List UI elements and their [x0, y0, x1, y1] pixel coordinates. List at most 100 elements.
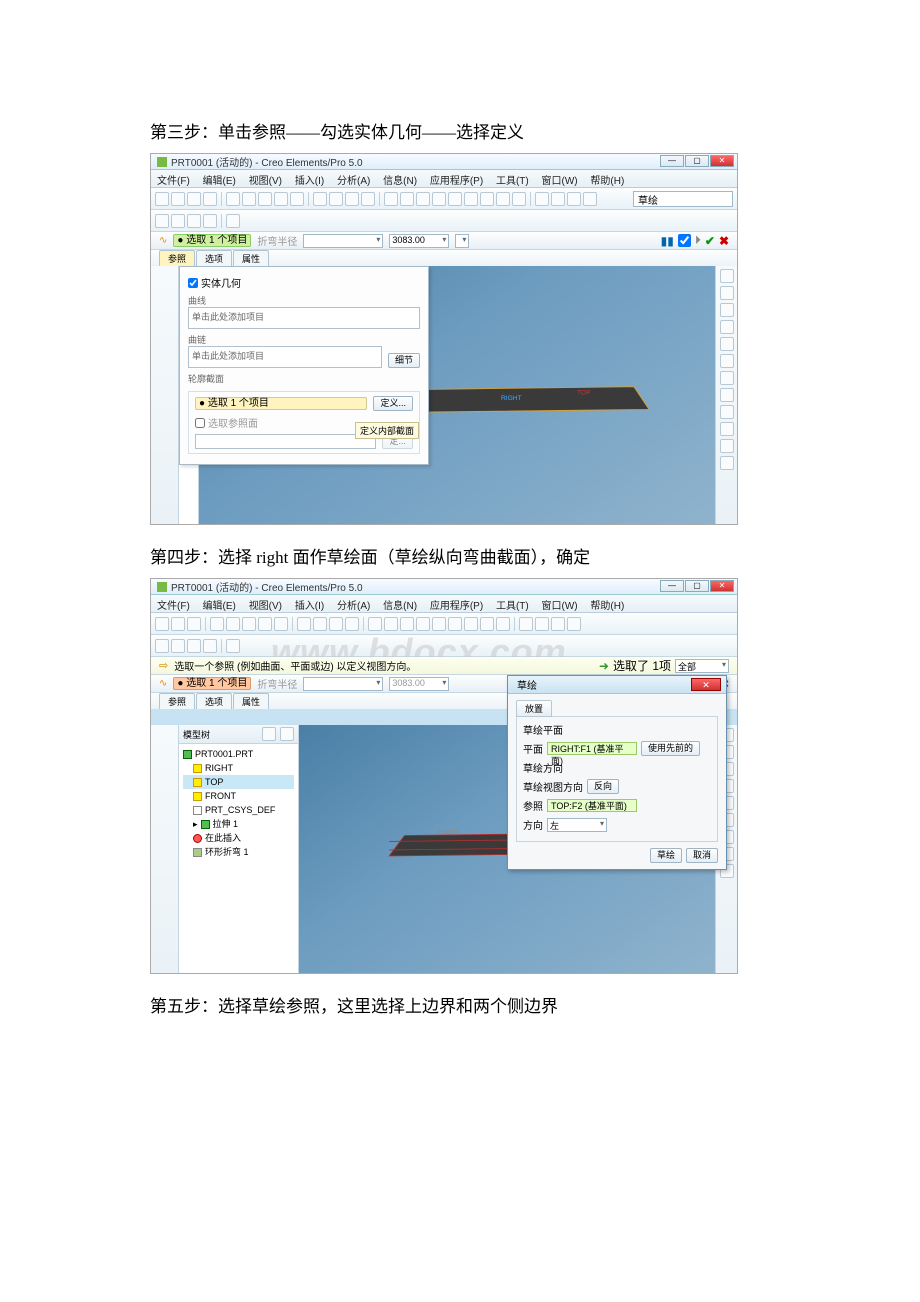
- filter-combo[interactable]: 全部: [675, 659, 729, 673]
- datum-point-icon[interactable]: [187, 214, 201, 228]
- tree-insert[interactable]: 在此插入: [205, 831, 241, 845]
- fit-icon[interactable]: [448, 192, 462, 206]
- new-icon[interactable]: [155, 617, 169, 631]
- define-button[interactable]: 定义...: [373, 396, 413, 411]
- help-icon[interactable]: [226, 639, 240, 653]
- detail-button[interactable]: 细节: [388, 353, 420, 368]
- save-icon[interactable]: [187, 617, 201, 631]
- menu-insert[interactable]: 插入(I): [295, 176, 324, 187]
- menu-edit[interactable]: 编辑(E): [203, 601, 236, 612]
- use-previous-button[interactable]: 使用先前的: [641, 741, 700, 756]
- solid-geometry-checkbox-row[interactable]: 实体几何: [188, 275, 420, 290]
- flip-button[interactable]: 反向: [587, 779, 619, 794]
- zoom-in-icon[interactable]: [416, 192, 430, 206]
- window-close-button[interactable]: ✕: [710, 580, 734, 592]
- solid-geometry-checkbox[interactable]: [188, 278, 198, 288]
- dialog-tab-placement[interactable]: 放置: [516, 700, 552, 717]
- view-icon[interactable]: [384, 192, 398, 206]
- datum-point-icon[interactable]: [187, 639, 201, 653]
- mode-combo[interactable]: 草绘: [633, 191, 733, 207]
- tree-bend[interactable]: 环形折弯 1: [205, 845, 249, 859]
- play-icon[interactable]: ⏵: [695, 233, 701, 248]
- datum-axis-icon[interactable]: [171, 639, 185, 653]
- sketch-rect-icon[interactable]: [720, 286, 734, 300]
- maximize-button[interactable]: ▢: [685, 155, 709, 167]
- curves-listbox[interactable]: 单击此处添加项目: [188, 307, 420, 329]
- help-icon[interactable]: [226, 214, 240, 228]
- dialog-cancel-button[interactable]: 取消: [686, 848, 718, 863]
- menu-help[interactable]: 帮助(H): [590, 176, 624, 187]
- tab-reference[interactable]: 参照: [159, 250, 195, 266]
- sketch-text-icon[interactable]: [720, 388, 734, 402]
- nohidden-icon[interactable]: [567, 617, 581, 631]
- bend-radius-value[interactable]: 3083.00: [389, 234, 449, 248]
- undo-icon[interactable]: [226, 192, 240, 206]
- layer-icon[interactable]: [496, 617, 510, 631]
- tab-properties[interactable]: 属性: [233, 693, 269, 709]
- menu-tools[interactable]: 工具(T): [496, 176, 529, 187]
- wire-icon[interactable]: [551, 192, 565, 206]
- nohidden-icon[interactable]: [583, 192, 597, 206]
- dialog-close-button[interactable]: ✕: [691, 678, 721, 691]
- spin-icon[interactable]: [384, 617, 398, 631]
- menu-file[interactable]: 文件(F): [157, 601, 190, 612]
- tree-extrude[interactable]: 拉伸 1: [213, 817, 239, 831]
- save-icon[interactable]: [187, 192, 201, 206]
- open-icon[interactable]: [171, 192, 185, 206]
- datum-plane-icon[interactable]: [155, 214, 169, 228]
- tree-right[interactable]: RIGHT: [205, 761, 233, 775]
- cut-icon[interactable]: [258, 192, 272, 206]
- minimize-button[interactable]: —: [660, 580, 684, 592]
- datum-csys-icon[interactable]: [203, 639, 217, 653]
- menu-info[interactable]: 信息(N): [383, 601, 417, 612]
- tree-settings-icon[interactable]: [262, 727, 276, 741]
- window-close-button[interactable]: ✕: [710, 155, 734, 167]
- menu-tools[interactable]: 工具(T): [496, 601, 529, 612]
- menu-edit[interactable]: 编辑(E): [203, 176, 236, 187]
- tree-front[interactable]: FRONT: [205, 789, 236, 803]
- new-icon[interactable]: [155, 192, 169, 206]
- dash-checkbox[interactable]: [678, 234, 691, 247]
- tree-show-icon[interactable]: [280, 727, 294, 741]
- wire-icon[interactable]: [535, 617, 549, 631]
- menu-help[interactable]: 帮助(H): [590, 601, 624, 612]
- tab-properties[interactable]: 属性: [233, 250, 269, 266]
- menu-window[interactable]: 窗口(W): [542, 601, 578, 612]
- paste-icon[interactable]: [290, 192, 304, 206]
- tb-icon[interactable]: [361, 192, 375, 206]
- shade-icon[interactable]: [535, 192, 549, 206]
- refit-icon[interactable]: [464, 192, 478, 206]
- menu-window[interactable]: 窗口(W): [542, 176, 578, 187]
- menu-view[interactable]: 视图(V): [249, 176, 282, 187]
- cancel-button[interactable]: ✖: [719, 234, 729, 248]
- sketch-arc-icon[interactable]: [720, 320, 734, 334]
- datum-axis-icon[interactable]: [171, 214, 185, 228]
- minimize-button[interactable]: —: [660, 155, 684, 167]
- selection-chip[interactable]: ● 选取 1 个项目: [173, 234, 251, 247]
- section-selection-chip[interactable]: ● 选取 1 个项目: [195, 397, 367, 410]
- view-icon[interactable]: [368, 617, 382, 631]
- orient-icon[interactable]: [480, 192, 494, 206]
- copy-icon[interactable]: [274, 192, 288, 206]
- tab-options[interactable]: 选项: [196, 250, 232, 266]
- sketch-trim-icon[interactable]: [720, 439, 734, 453]
- menu-analysis[interactable]: 分析(A): [337, 601, 370, 612]
- tab-reference[interactable]: 参照: [159, 693, 195, 709]
- sketch-dim-icon[interactable]: [720, 405, 734, 419]
- tb-icon[interactable]: [313, 617, 327, 631]
- orient-icon[interactable]: [464, 617, 478, 631]
- sketch-circle-icon[interactable]: [720, 303, 734, 317]
- print-icon[interactable]: [203, 192, 217, 206]
- ok-button[interactable]: ✔: [705, 234, 715, 248]
- undo-icon[interactable]: [210, 617, 224, 631]
- model-tree[interactable]: PRT0001.PRT RIGHT TOP FRONT PRT_CSYS_DEF…: [179, 744, 298, 862]
- menu-app[interactable]: 应用程序(P): [430, 601, 483, 612]
- datum-csys-icon[interactable]: [203, 214, 217, 228]
- tb-icon[interactable]: [297, 617, 311, 631]
- layer-icon[interactable]: [512, 192, 526, 206]
- regen-icon[interactable]: [313, 192, 327, 206]
- tb-icon[interactable]: [329, 192, 343, 206]
- tb-icon[interactable]: [345, 192, 359, 206]
- maximize-button[interactable]: ▢: [685, 580, 709, 592]
- sketch-constraint-icon[interactable]: [720, 422, 734, 436]
